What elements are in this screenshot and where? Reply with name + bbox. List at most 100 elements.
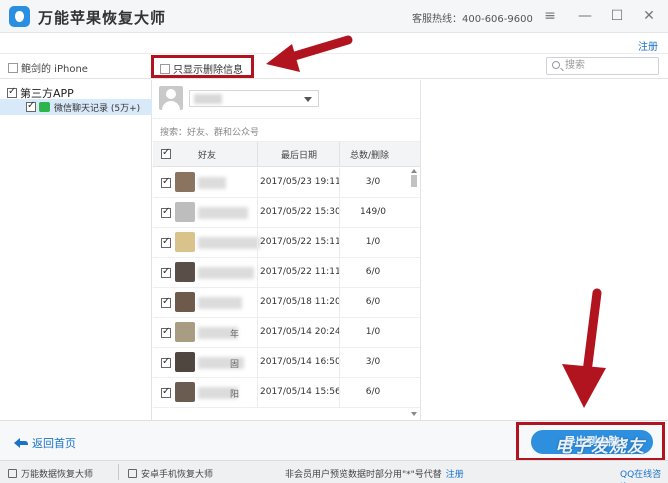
table-row[interactable]: 2017/05/22 15:30 149/0	[153, 198, 420, 228]
last-date: 2017/05/14 16:50	[260, 357, 341, 367]
android-recovery-link[interactable]: 安卓手机恢复大师	[128, 467, 213, 480]
column-divider	[257, 318, 258, 348]
table-row[interactable]: 2017/05/22 11:11 6/0	[153, 258, 420, 288]
row-checkbox[interactable]	[161, 356, 171, 368]
row-checkbox[interactable]	[161, 326, 171, 338]
table-row[interactable]: 2017/05/22 15:11 1/0	[153, 228, 420, 258]
status-item1-label: 万能数据恢复大师	[21, 470, 94, 480]
friend-name-blurred	[198, 297, 242, 309]
row-checkbox[interactable]	[161, 386, 171, 398]
header-total-deleted[interactable]: 总数/删除	[350, 148, 389, 161]
header-friend[interactable]: 好友	[198, 148, 216, 161]
friend-name-blurred	[198, 177, 226, 189]
friend-avatar	[175, 202, 195, 222]
friend-avatar	[175, 352, 195, 372]
tree-root-checkbox[interactable]	[7, 86, 17, 98]
message-preview-area	[420, 80, 668, 420]
friend-search-input[interactable]: 搜索：好友、群和公众号	[153, 118, 420, 142]
only-deleted-checkbox[interactable]	[160, 64, 170, 74]
table-row[interactable]: 2017/05/23 19:11 3/0	[153, 168, 420, 198]
header-last-date[interactable]: 最后日期	[281, 148, 317, 161]
wechat-icon	[39, 102, 50, 112]
column-divider	[339, 198, 340, 228]
column-divider	[257, 142, 258, 167]
status-item2-label: 安卓手机恢复大师	[141, 470, 214, 480]
scroll-down-icon[interactable]	[411, 412, 417, 416]
register-link[interactable]: 注册	[638, 38, 658, 53]
column-divider	[339, 228, 340, 258]
app-logo-icon	[9, 6, 30, 27]
friend-name-blurred	[198, 237, 260, 249]
back-home-link[interactable]: 返回首页	[14, 435, 76, 451]
column-divider	[339, 288, 340, 318]
status-bar: 万能数据恢复大师 安卓手机恢复大师 非会员用户预览数据时部分用"*"号代替 注册 …	[0, 460, 668, 483]
scrollbar[interactable]	[410, 167, 418, 420]
row-checkbox[interactable]	[161, 206, 171, 218]
column-divider	[257, 288, 258, 318]
account-selector-row	[153, 80, 420, 116]
row-checkbox[interactable]	[161, 296, 171, 308]
row-checkbox[interactable]	[161, 236, 171, 248]
status-register-link[interactable]: 注册	[446, 470, 464, 480]
friend-name-fragment: 年	[230, 330, 240, 340]
column-divider	[339, 378, 340, 408]
friend-name-fragment: 固	[230, 360, 240, 370]
last-date: 2017/05/23 19:11	[260, 177, 341, 187]
tree-child-label: 微信聊天记录 (5万+)	[54, 104, 141, 114]
member-note-text: 非会员用户预览数据时部分用"*"号代替	[285, 470, 442, 480]
friend-panel: 搜索：好友、群和公众号 好友 最后日期 总数/删除 2017/05/23 19:…	[153, 80, 420, 420]
minimize-icon[interactable]: —	[576, 7, 594, 25]
column-divider	[257, 258, 258, 288]
only-deleted-label: 只显示删除信息	[173, 65, 243, 76]
last-date: 2017/05/22 15:11	[260, 237, 341, 247]
friend-table-body: 2017/05/23 19:11 3/0 2017/05/22 15:30 149/0…	[153, 168, 420, 420]
account-name-blurred	[194, 94, 222, 104]
chevron-down-icon	[304, 97, 312, 102]
column-divider	[339, 142, 340, 167]
device-checkbox[interactable]	[8, 63, 18, 73]
row-checkbox[interactable]	[161, 266, 171, 278]
column-divider	[257, 228, 258, 258]
qq-consult-link[interactable]: QQ在线咨询	[620, 467, 668, 483]
back-home-label: 返回首页	[32, 437, 76, 450]
account-dropdown[interactable]	[189, 90, 319, 107]
app-icon	[128, 469, 137, 478]
friend-avatar	[175, 292, 195, 312]
total-deleted-count: 1/0	[365, 327, 381, 337]
maximize-icon[interactable]: ☐	[608, 7, 626, 25]
table-row[interactable]: 2017/05/14 15:56 6/0	[153, 378, 420, 408]
scroll-up-icon[interactable]	[411, 169, 417, 173]
category-tree: 第三方APP 微信聊天记录 (5万+)	[0, 80, 152, 420]
table-row[interactable]: 2017/05/18 11:20 6/0	[153, 288, 420, 318]
row-checkbox[interactable]	[161, 176, 171, 188]
last-date: 2017/05/14 15:56	[260, 387, 341, 397]
total-deleted-count: 6/0	[365, 387, 381, 397]
friend-name-blurred	[198, 267, 254, 279]
device-selector[interactable]: 鲍剑的 iPhone	[8, 60, 88, 75]
back-arrow-icon	[14, 438, 28, 448]
table-row[interactable]: 2017/05/14 16:50 3/0	[153, 348, 420, 378]
search-icon	[552, 61, 560, 69]
friend-avatar	[175, 262, 195, 282]
column-divider	[339, 318, 340, 348]
search-input[interactable]: 搜索	[546, 57, 659, 75]
last-date: 2017/05/22 11:11	[260, 267, 341, 277]
device-name: 鲍剑的 iPhone	[21, 64, 88, 75]
app-title: 万能苹果恢复大师	[38, 9, 167, 27]
tree-child-checkbox[interactable]	[26, 100, 36, 112]
friend-name-fragment: 阳	[230, 390, 240, 400]
app-icon	[8, 469, 17, 478]
tree-item-wechat-history[interactable]: 微信聊天记录 (5万+)	[0, 99, 152, 115]
friend-name-blurred	[198, 207, 248, 219]
friend-avatar	[175, 232, 195, 252]
only-deleted-toggle[interactable]: 只显示删除信息	[151, 55, 254, 78]
account-avatar	[159, 86, 183, 110]
table-row[interactable]: 2017/05/14 20:24 1/0	[153, 318, 420, 348]
data-recovery-link[interactable]: 万能数据恢复大师	[8, 467, 93, 480]
toolbar: 鲍剑的 iPhone 只显示删除信息 搜索	[0, 53, 668, 79]
select-all-checkbox[interactable]	[161, 147, 171, 159]
menu-icon[interactable]: ≡	[541, 7, 559, 25]
friend-avatar	[175, 382, 195, 402]
close-icon[interactable]: ✕	[640, 7, 658, 25]
scroll-thumb[interactable]	[411, 175, 417, 187]
